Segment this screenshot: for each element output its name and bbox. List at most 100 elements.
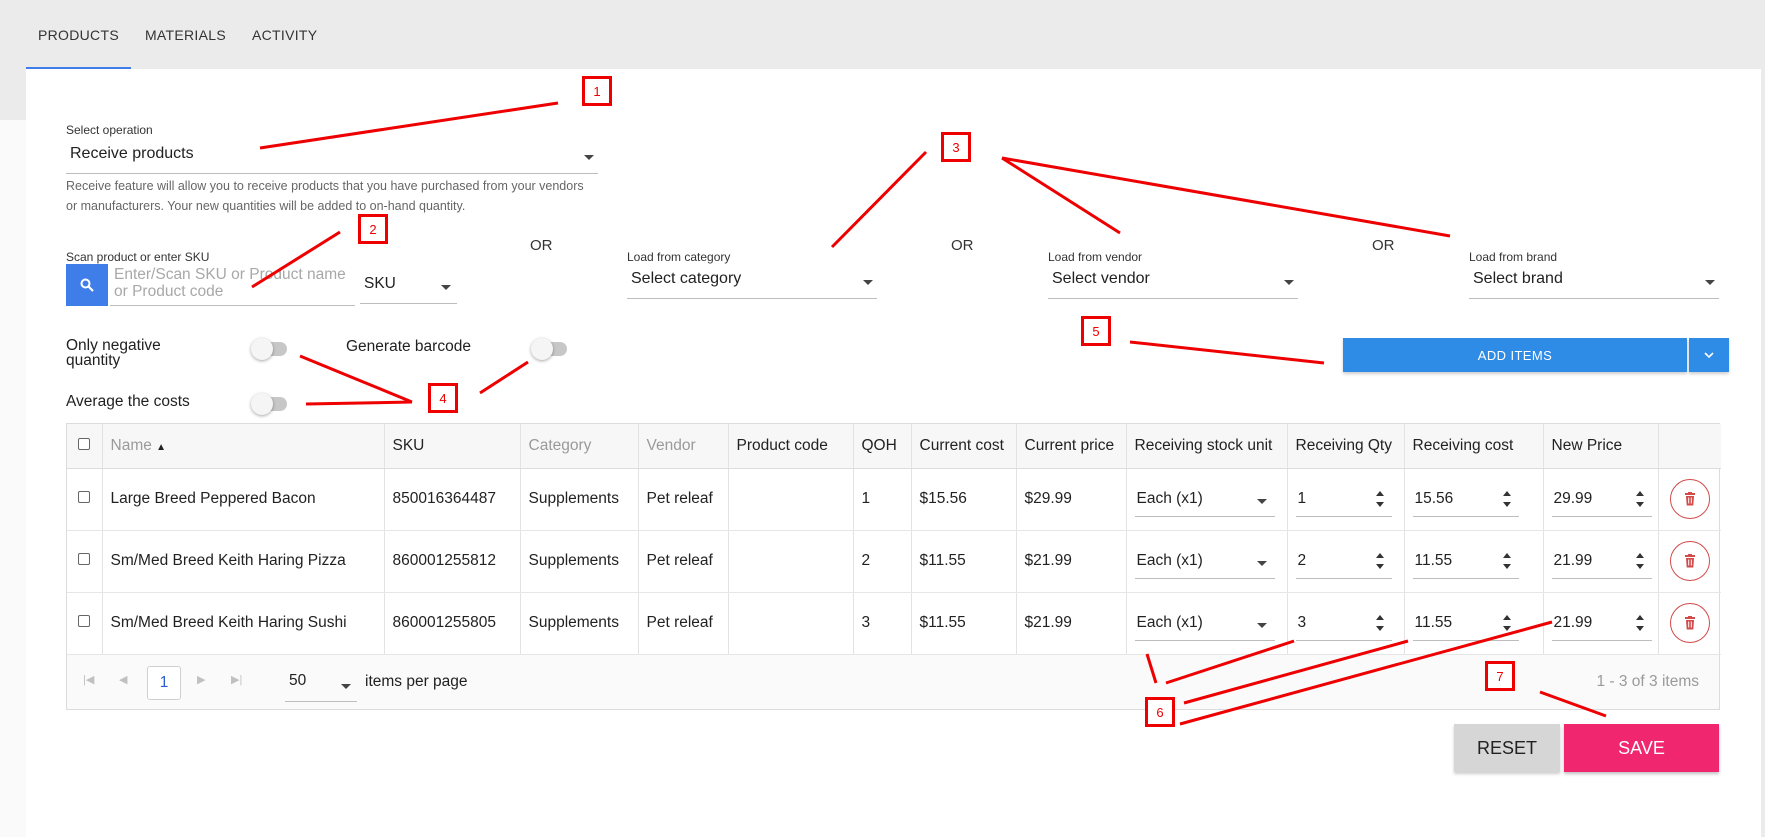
cell-category: Supplements — [520, 530, 639, 593]
prev-page-icon[interactable]: ◀ — [119, 673, 127, 686]
increment-icon[interactable] — [1375, 490, 1384, 496]
receiving-qty-input[interactable]: 1 — [1295, 481, 1392, 517]
column-header-receiving-qty[interactable]: Receiving Qty — [1287, 424, 1405, 469]
pager: |◀ ◀ 1 ▶ ▶| 50 items per page 1 - 3 of 3… — [67, 654, 1719, 709]
increment-icon[interactable] — [1502, 552, 1511, 558]
cell-actions — [1658, 468, 1721, 531]
cell-category: Supplements — [520, 468, 639, 531]
column-header-qoh[interactable]: QOH — [853, 424, 912, 469]
qty-stepper[interactable] — [1375, 614, 1384, 631]
column-header-vendor[interactable]: Vendor — [638, 424, 729, 469]
tab-materials[interactable]: MATERIALS — [133, 0, 238, 70]
first-page-icon[interactable]: |◀ — [83, 673, 94, 686]
decrement-icon[interactable] — [1502, 625, 1511, 631]
column-header-product-code[interactable]: Product code — [728, 424, 854, 469]
receiving-cost-input[interactable]: 11.55 — [1412, 605, 1519, 641]
row-checkbox[interactable] — [78, 553, 90, 565]
last-page-icon[interactable]: ▶| — [231, 673, 242, 686]
receiving-qty-input[interactable]: 3 — [1295, 605, 1392, 641]
column-header-receiving-unit[interactable]: Receiving stock unit — [1126, 424, 1288, 469]
reset-button[interactable]: RESET — [1454, 724, 1560, 772]
receiving-unit-select[interactable]: Each (x1) — [1134, 605, 1275, 641]
column-header-receiving-cost[interactable]: Receiving cost — [1404, 424, 1544, 469]
price-stepper[interactable] — [1635, 614, 1644, 631]
column-header-new-price[interactable]: New Price — [1543, 424, 1659, 469]
operation-description-line1: Receive feature will allow you to receiv… — [66, 179, 584, 193]
cell-category: Supplements — [520, 592, 639, 655]
new-price-value: 21.99 — [1553, 613, 1593, 631]
average-costs-label: Average the costs — [66, 393, 190, 410]
cell-receiving-cost: 15.56 — [1404, 468, 1544, 531]
cell-current-price: $29.99 — [1016, 468, 1127, 531]
page-size-select[interactable]: 50 — [285, 666, 357, 702]
increment-icon[interactable] — [1635, 614, 1644, 620]
decrement-icon[interactable] — [1635, 501, 1644, 507]
cell-qoh: 1 — [853, 468, 912, 531]
cost-stepper[interactable] — [1502, 552, 1511, 569]
column-header-name[interactable]: Name ▲ — [102, 424, 385, 469]
column-header-sku[interactable]: SKU — [384, 424, 521, 469]
receiving-cost-input[interactable]: 15.56 — [1412, 481, 1519, 517]
tab-activity[interactable]: ACTIVITY — [240, 0, 329, 70]
brand-value: Select brand — [1473, 270, 1563, 287]
annotation-marker: 2 — [358, 214, 388, 244]
only-negative-toggle[interactable] — [251, 338, 287, 360]
new-price-input[interactable]: 29.99 — [1551, 481, 1652, 517]
increment-icon[interactable] — [1375, 614, 1384, 620]
category-select[interactable]: Select category — [627, 266, 877, 299]
add-items-menu-button[interactable] — [1689, 338, 1729, 372]
decrement-icon[interactable] — [1375, 501, 1384, 507]
decrement-icon[interactable] — [1502, 563, 1511, 569]
decrement-icon[interactable] — [1375, 563, 1384, 569]
delete-row-button[interactable] — [1669, 479, 1710, 519]
chevron-down-icon — [1256, 499, 1267, 504]
column-header-current-cost[interactable]: Current cost — [911, 424, 1017, 469]
generate-barcode-toggle[interactable] — [531, 338, 567, 360]
search-button[interactable] — [66, 264, 108, 306]
scan-mode-select[interactable]: SKU — [360, 268, 457, 304]
add-items-button[interactable]: ADD ITEMS — [1343, 338, 1687, 372]
new-price-input[interactable]: 21.99 — [1551, 543, 1652, 579]
average-costs-toggle[interactable] — [251, 393, 287, 415]
increment-icon[interactable] — [1635, 552, 1644, 558]
save-button[interactable]: SAVE — [1564, 724, 1719, 772]
cell-sku: 860001255812 — [384, 530, 521, 593]
row-checkbox[interactable] — [78, 491, 90, 503]
increment-icon[interactable] — [1375, 552, 1384, 558]
receiving-unit-select[interactable]: Each (x1) — [1134, 481, 1275, 517]
next-page-icon[interactable]: ▶ — [197, 673, 205, 686]
decrement-icon[interactable] — [1635, 625, 1644, 631]
increment-icon[interactable] — [1502, 614, 1511, 620]
cost-stepper[interactable] — [1502, 614, 1511, 631]
brand-select[interactable]: Select brand — [1469, 266, 1719, 299]
row-checkbox[interactable] — [78, 615, 90, 627]
delete-row-button[interactable] — [1669, 541, 1710, 581]
cost-stepper[interactable] — [1502, 490, 1511, 507]
tab-products[interactable]: PRODUCTS — [26, 0, 131, 70]
receiving-unit-select[interactable]: Each (x1) — [1134, 543, 1275, 579]
row-select-cell — [67, 530, 103, 593]
page-number-button[interactable]: 1 — [147, 665, 181, 700]
products-grid: Name ▲ SKU Category Vendor Product code … — [66, 423, 1721, 710]
operation-select[interactable]: Receive products — [66, 141, 598, 174]
decrement-icon[interactable] — [1375, 625, 1384, 631]
qty-stepper[interactable] — [1375, 490, 1384, 507]
receiving-qty-input[interactable]: 2 — [1295, 543, 1392, 579]
price-stepper[interactable] — [1635, 552, 1644, 569]
vendor-label: Load from vendor — [1048, 250, 1143, 264]
decrement-icon[interactable] — [1635, 563, 1644, 569]
qty-stepper[interactable] — [1375, 552, 1384, 569]
increment-icon[interactable] — [1502, 490, 1511, 496]
delete-row-button[interactable] — [1669, 603, 1710, 643]
price-stepper[interactable] — [1635, 490, 1644, 507]
increment-icon[interactable] — [1635, 490, 1644, 496]
vendor-select[interactable]: Select vendor — [1048, 266, 1298, 299]
select-all-checkbox[interactable] — [78, 437, 90, 450]
new-price-input[interactable]: 21.99 — [1551, 605, 1652, 641]
receiving-cost-input[interactable]: 11.55 — [1412, 543, 1519, 579]
column-header-category[interactable]: Category — [520, 424, 639, 469]
column-header-current-price[interactable]: Current price — [1016, 424, 1127, 469]
scan-input[interactable]: Enter/Scan SKU or Product name or Produc… — [110, 264, 355, 306]
decrement-icon[interactable] — [1502, 501, 1511, 507]
trash-icon — [1684, 554, 1695, 568]
